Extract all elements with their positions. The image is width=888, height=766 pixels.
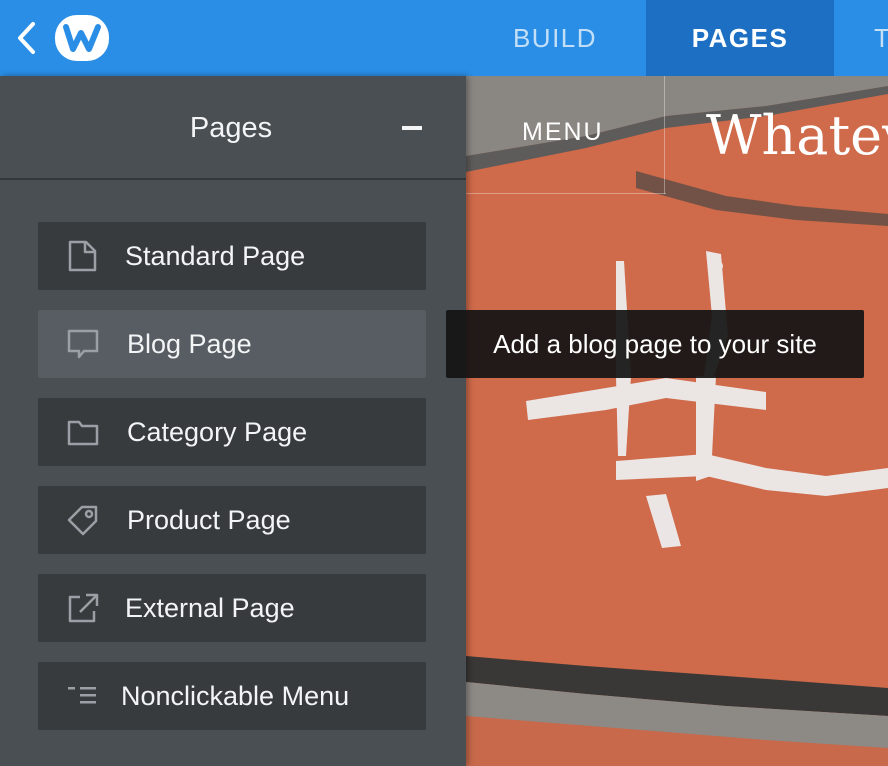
tab-build[interactable]: BUILD <box>480 0 630 76</box>
pages-sidebar: Pages Standard Page Blog Page Category P… <box>0 76 466 766</box>
nonclickable-menu-button[interactable]: Nonclickable Menu <box>38 662 426 730</box>
blog-page-label: Blog Page <box>127 329 252 359</box>
sidebar-header: Pages <box>0 76 466 180</box>
tag-icon <box>67 505 98 536</box>
nonclickable-menu-label: Nonclickable Menu <box>121 681 350 711</box>
blog-page-button[interactable]: Blog Page <box>38 310 426 378</box>
indented-list-icon <box>68 687 96 704</box>
category-page-button[interactable]: Category Page <box>38 398 426 466</box>
back-button[interactable] <box>10 20 42 56</box>
folder-icon <box>67 420 99 446</box>
preview-header-divider <box>466 193 666 194</box>
standard-page-label: Standard Page <box>125 241 306 271</box>
page-icon <box>68 240 97 272</box>
minus-icon[interactable] <box>396 114 428 142</box>
product-page-label: Product Page <box>127 505 291 535</box>
product-page-button[interactable]: Product Page <box>38 486 426 554</box>
top-nav-bar: BUILD PAGES T <box>0 0 888 76</box>
blog-page-tooltip: Add a blog page to your site <box>446 310 864 378</box>
brick-wall-background <box>466 76 888 766</box>
speech-bubble-icon <box>67 329 99 359</box>
preview-site-title[interactable]: Whatev <box>706 104 888 167</box>
chevron-left-icon <box>18 22 35 54</box>
standard-page-button[interactable]: Standard Page <box>38 222 426 290</box>
site-preview[interactable]: MENU Whatev <box>466 76 888 766</box>
category-page-label: Category Page <box>127 417 308 447</box>
external-page-label: External Page <box>125 593 295 623</box>
preview-menu-link[interactable]: MENU <box>522 118 604 147</box>
weebly-w-logo-icon[interactable] <box>54 13 110 63</box>
sidebar-title: Pages <box>189 112 273 144</box>
external-link-icon <box>68 593 99 623</box>
tab-next-truncated[interactable]: T <box>874 0 888 76</box>
external-page-button[interactable]: External Page <box>38 574 426 642</box>
tab-pages[interactable]: PAGES <box>646 0 834 76</box>
preview-header-divider <box>664 76 665 194</box>
